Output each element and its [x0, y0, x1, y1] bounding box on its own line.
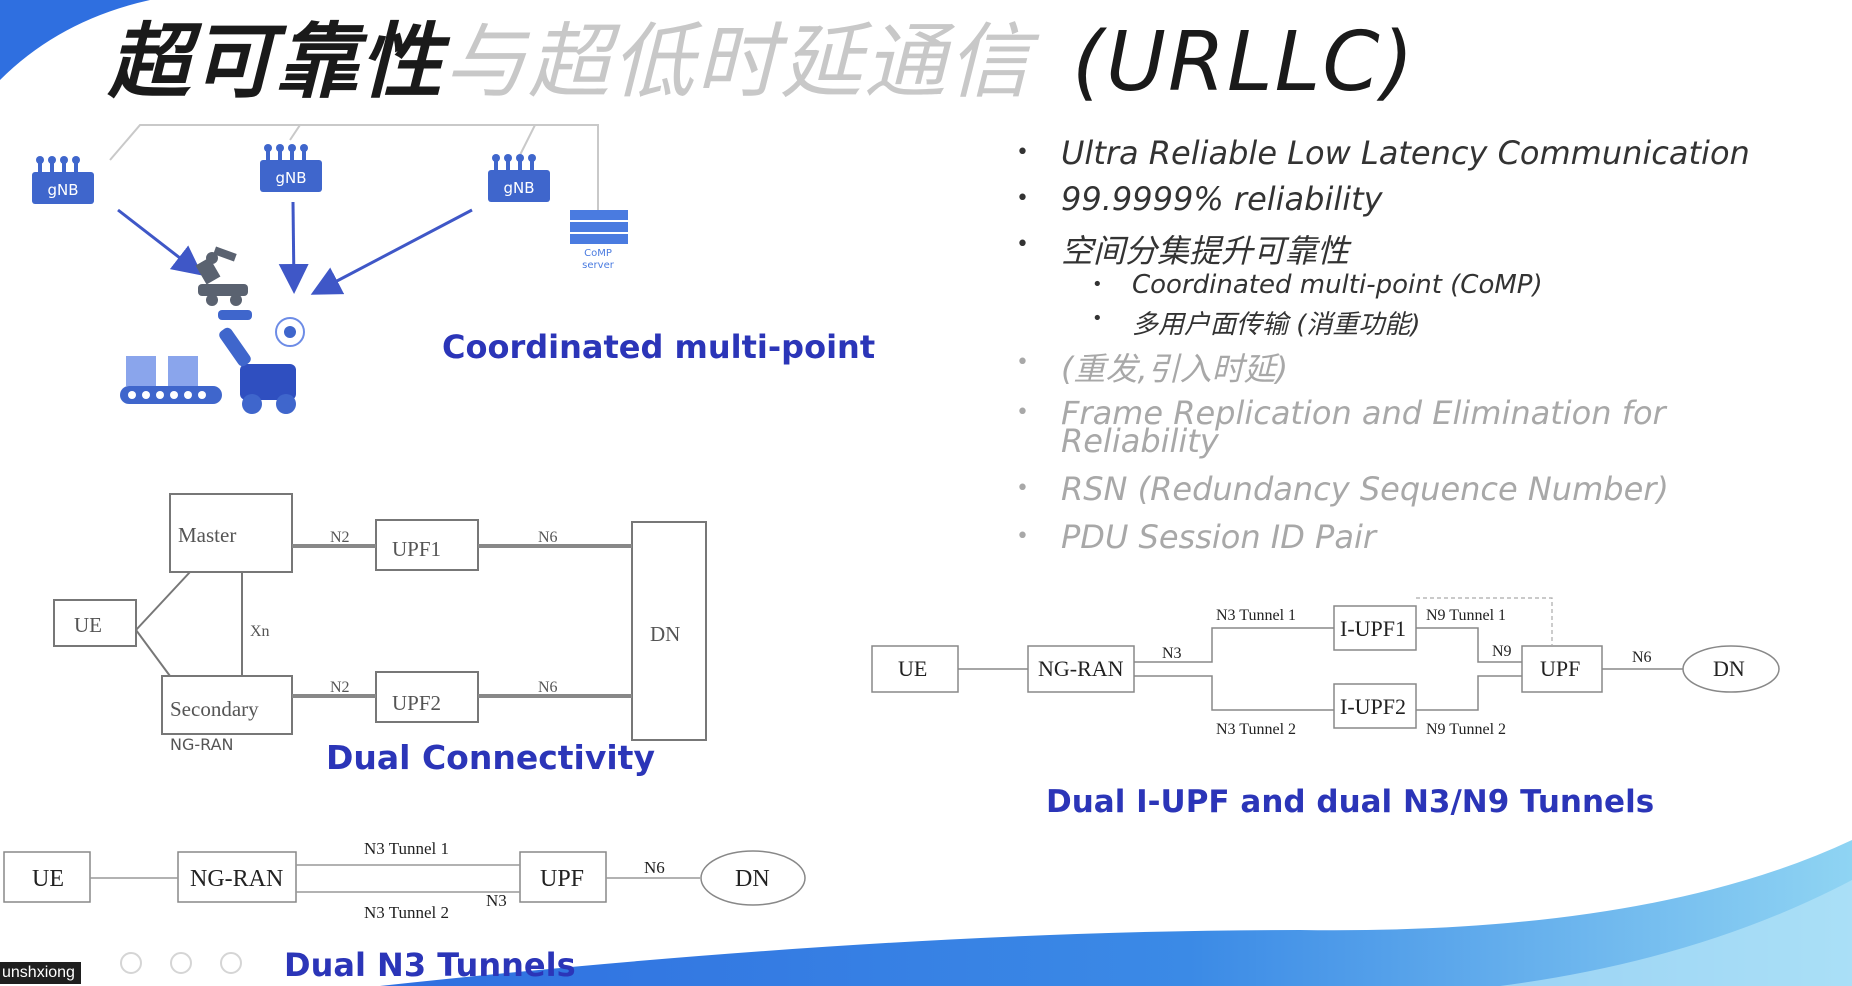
- slide-title: 超可靠性与超低时延通信 (URLLC): [108, 18, 1416, 108]
- svg-text:I-UPF2: I-UPF2: [1340, 694, 1406, 719]
- gnb-icon: gNB: [260, 144, 322, 192]
- svg-text:Secondary: Secondary: [170, 697, 259, 721]
- comp-caption: Coordinated multi-point: [442, 328, 876, 366]
- svg-text:N3: N3: [486, 891, 507, 910]
- svg-text:gNB: gNB: [275, 169, 306, 187]
- svg-text:N6: N6: [1632, 649, 1652, 666]
- svg-text:N9 Tunnel 2: N9 Tunnel 2: [1426, 721, 1506, 738]
- gnb-icon: gNB: [32, 156, 94, 204]
- toolbar-icon[interactable]: [120, 952, 142, 974]
- zoom-icon[interactable]: [170, 952, 192, 974]
- svg-text:N6: N6: [538, 679, 558, 696]
- svg-text:UPF2: UPF2: [392, 691, 441, 715]
- svg-text:Master: Master: [178, 523, 236, 547]
- title-part-english: (URLLC): [1072, 15, 1416, 110]
- svg-text:UE: UE: [898, 656, 927, 681]
- svg-text:N3 Tunnel 2: N3 Tunnel 2: [364, 903, 449, 920]
- comp-diagram: gNB gNB gNB CoMP server: [32, 124, 628, 414]
- svg-text:CoMP: CoMP: [584, 248, 612, 259]
- dual-connectivity-caption: Dual Connectivity: [326, 738, 655, 777]
- dual-connectivity-diagram: Master Secondary UE UPF1 UPF2 DN N2 N6 N…: [53, 493, 707, 754]
- svg-text:UE: UE: [32, 866, 64, 892]
- svg-text:gNB: gNB: [47, 181, 78, 199]
- svg-text:N3 Tunnel 1: N3 Tunnel 1: [1216, 607, 1296, 624]
- svg-text:Xn: Xn: [250, 623, 270, 640]
- title-part-light: 与超低时延通信: [444, 15, 1032, 110]
- svg-text:UE: UE: [74, 613, 102, 637]
- svg-text:N9: N9: [1492, 643, 1512, 660]
- factory-robot-icon: [120, 310, 305, 414]
- server-icon: CoMP server: [570, 210, 628, 271]
- title-part-dark: 超可靠性: [108, 15, 444, 110]
- svg-text:N3 Tunnel 2: N3 Tunnel 2: [1216, 721, 1296, 738]
- svg-text:server: server: [582, 260, 615, 271]
- svg-text:NG-RAN: NG-RAN: [1038, 656, 1124, 681]
- svg-text:UPF1: UPF1: [392, 537, 441, 561]
- svg-text:I-UPF1: I-UPF1: [1340, 616, 1406, 641]
- svg-text:DN: DN: [1713, 656, 1745, 681]
- svg-text:N2: N2: [330, 529, 350, 546]
- svg-text:UPF: UPF: [1540, 656, 1580, 681]
- robot-arm-icon: [195, 246, 248, 306]
- svg-text:N2: N2: [330, 679, 350, 696]
- menu-icon[interactable]: [220, 952, 242, 974]
- gnb-icon: gNB: [488, 154, 550, 202]
- svg-text:N3: N3: [1162, 645, 1182, 662]
- user-name-tag: unshxiong: [0, 962, 81, 984]
- dual-n3-diagram: UE NG-RAN UPF DN N3 Tunnel 1 N3 Tunnel 2…: [3, 839, 806, 920]
- svg-text:N6: N6: [644, 858, 665, 877]
- svg-text:N3 Tunnel 1: N3 Tunnel 1: [364, 839, 449, 858]
- svg-text:NG-RAN: NG-RAN: [190, 866, 283, 892]
- dual-n3-caption: Dual N3 Tunnels: [284, 946, 576, 984]
- svg-text:UPF: UPF: [540, 866, 584, 892]
- svg-text:DN: DN: [735, 866, 770, 892]
- svg-text:DN: DN: [650, 622, 680, 646]
- svg-text:NG-RAN: NG-RAN: [170, 735, 234, 754]
- svg-text:N6: N6: [538, 529, 558, 546]
- toolbar-icons: [120, 950, 280, 974]
- svg-text:gNB: gNB: [503, 179, 534, 197]
- signal-arrows: [117, 201, 473, 295]
- svg-text:N9 Tunnel 1: N9 Tunnel 1: [1426, 607, 1506, 624]
- dual-iupf-diagram: UE NG-RAN I-UPF1 I-UPF2 UPF DN N3 Tunnel…: [871, 597, 1780, 738]
- dual-iupf-caption: Dual I-UPF and dual N3/N9 Tunnels: [1046, 784, 1655, 820]
